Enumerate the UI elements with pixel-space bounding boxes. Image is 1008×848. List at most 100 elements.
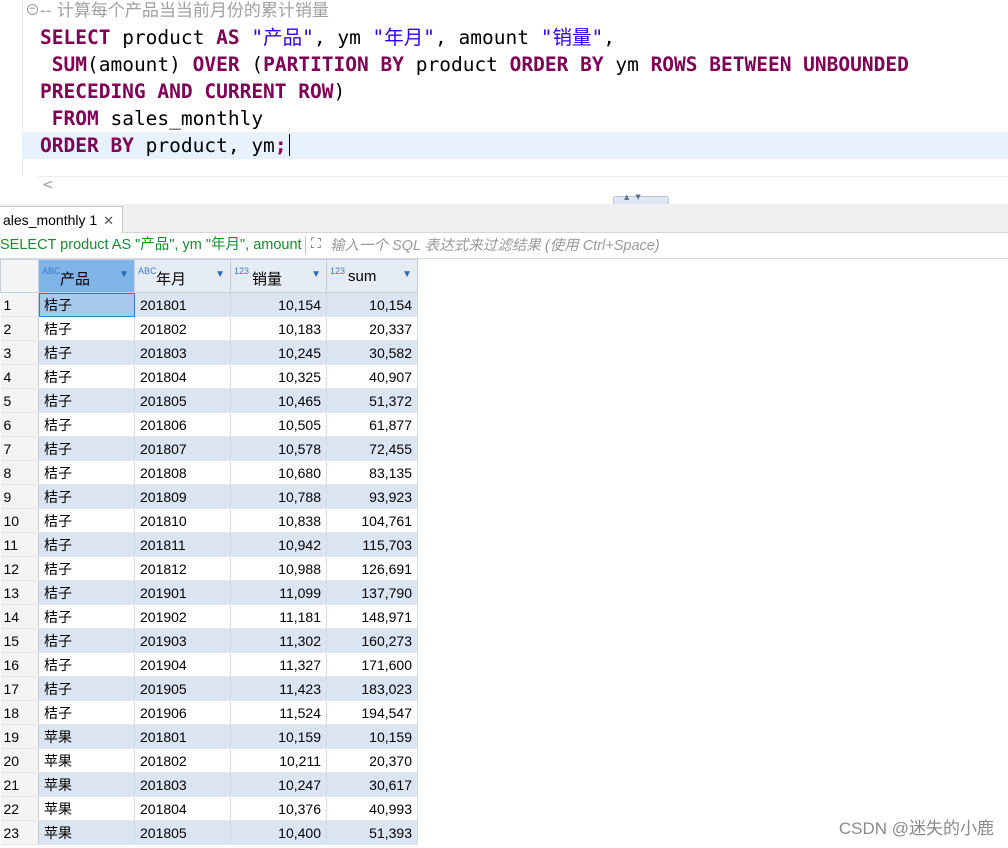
table-cell[interactable]: 10,788: [230, 484, 327, 509]
table-cell[interactable]: 桔子: [38, 676, 135, 701]
tab-results[interactable]: ales_monthly 1 ✕: [0, 206, 124, 233]
close-icon[interactable]: ✕: [103, 213, 114, 228]
table-cell[interactable]: 11,302: [230, 628, 327, 653]
table-cell[interactable]: 201802: [134, 316, 231, 341]
table-cell[interactable]: 201803: [134, 772, 231, 797]
row-number[interactable]: 13: [0, 580, 39, 605]
filter-input[interactable]: [330, 235, 1000, 256]
table-cell[interactable]: 201808: [134, 460, 231, 485]
column-header-3[interactable]: 123 销量 ▼: [230, 259, 327, 293]
table-cell[interactable]: 11,423: [230, 676, 327, 701]
table-cell[interactable]: 115,703: [326, 532, 418, 557]
table-cell[interactable]: 201901: [134, 580, 231, 605]
table-row[interactable]: 6 桔子 201806 10,505 61,877: [0, 412, 418, 437]
sort-dropdown-icon[interactable]: ▼: [215, 269, 225, 280]
table-cell[interactable]: 201809: [134, 484, 231, 509]
row-number[interactable]: 22: [0, 796, 39, 821]
table-cell[interactable]: 40,993: [326, 796, 418, 821]
table-row[interactable]: 3 桔子 201803 10,245 30,582: [0, 340, 418, 365]
table-row[interactable]: 12 桔子 201812 10,988 126,691: [0, 556, 418, 581]
table-cell[interactable]: 201903: [134, 628, 231, 653]
table-row[interactable]: 7 桔子 201807 10,578 72,455: [0, 436, 418, 461]
table-cell[interactable]: 桔子: [38, 292, 135, 317]
table-row[interactable]: 16 桔子 201904 11,327 171,600: [0, 652, 418, 677]
table-cell[interactable]: 苹果: [38, 820, 135, 845]
table-cell[interactable]: 桔子: [38, 604, 135, 629]
row-number[interactable]: 4: [0, 364, 39, 389]
table-cell[interactable]: 10,465: [230, 388, 327, 413]
table-cell[interactable]: 苹果: [38, 748, 135, 773]
table-row[interactable]: 4 桔子 201804 10,325 40,907: [0, 364, 418, 389]
table-cell[interactable]: 10,159: [230, 724, 327, 749]
table-cell[interactable]: 30,617: [326, 772, 418, 797]
table-cell[interactable]: 11,099: [230, 580, 327, 605]
table-cell[interactable]: 201902: [134, 604, 231, 629]
results-grid[interactable]: ABC 产品 ▼ ABC 年月 ▼ 123 销量 ▼ 123 sum ▼ 1 桔子 201801 10,15…: [0, 259, 418, 845]
table-row[interactable]: 13 桔子 201901 11,099 137,790: [0, 580, 418, 605]
table-cell[interactable]: 171,600: [326, 652, 418, 677]
table-cell[interactable]: 51,393: [326, 820, 418, 845]
table-cell[interactable]: 201805: [134, 388, 231, 413]
table-row[interactable]: 9 桔子 201809 10,788 93,923: [0, 484, 418, 509]
table-row[interactable]: 14 桔子 201902 11,181 148,971: [0, 604, 418, 629]
scroll-left-icon[interactable]: <: [42, 177, 54, 193]
row-number[interactable]: 14: [0, 604, 39, 629]
table-cell[interactable]: 10,211: [230, 748, 327, 773]
table-cell[interactable]: 11,327: [230, 652, 327, 677]
table-cell[interactable]: 20,337: [326, 316, 418, 341]
table-cell[interactable]: 201807: [134, 436, 231, 461]
table-cell[interactable]: 11,524: [230, 700, 327, 725]
table-cell[interactable]: 桔子: [38, 436, 135, 461]
table-cell[interactable]: 201801: [134, 724, 231, 749]
table-cell[interactable]: 10,183: [230, 316, 327, 341]
table-cell[interactable]: 10,680: [230, 460, 327, 485]
table-row[interactable]: 11 桔子 201811 10,942 115,703: [0, 532, 418, 557]
table-cell[interactable]: 11,181: [230, 604, 327, 629]
table-cell[interactable]: 苹果: [38, 724, 135, 749]
table-cell[interactable]: 桔子: [38, 316, 135, 341]
row-number-header[interactable]: [0, 259, 39, 293]
table-cell[interactable]: 61,877: [326, 412, 418, 437]
table-row[interactable]: 5 桔子 201805 10,465 51,372: [0, 388, 418, 413]
table-row[interactable]: 10 桔子 201810 10,838 104,761: [0, 508, 418, 533]
row-number[interactable]: 1: [0, 292, 39, 317]
row-number[interactable]: 5: [0, 388, 39, 413]
row-number[interactable]: 23: [0, 820, 39, 845]
table-cell[interactable]: 201804: [134, 796, 231, 821]
editor-horizontal-scrollbar[interactable]: <: [38, 176, 1008, 197]
table-cell[interactable]: 桔子: [38, 556, 135, 581]
table-cell[interactable]: 201811: [134, 532, 231, 557]
table-cell[interactable]: 51,372: [326, 388, 418, 413]
table-row[interactable]: 8 桔子 201808 10,680 83,135: [0, 460, 418, 485]
table-cell[interactable]: 桔子: [38, 628, 135, 653]
table-cell[interactable]: 10,159: [326, 724, 418, 749]
table-cell[interactable]: 桔子: [38, 460, 135, 485]
sql-editor[interactable]: − -- 计算每个产品当当前月份的累计销量 SELECT product AS …: [0, 0, 1008, 176]
table-cell[interactable]: 72,455: [326, 436, 418, 461]
row-number[interactable]: 16: [0, 652, 39, 677]
table-cell[interactable]: 201810: [134, 508, 231, 533]
table-row[interactable]: 2 桔子 201802 10,183 20,337: [0, 316, 418, 341]
table-cell[interactable]: 桔子: [38, 580, 135, 605]
row-number[interactable]: 3: [0, 340, 39, 365]
table-row[interactable]: 21 苹果 201803 10,247 30,617: [0, 772, 418, 797]
row-number[interactable]: 18: [0, 700, 39, 725]
table-cell[interactable]: 201812: [134, 556, 231, 581]
table-cell[interactable]: 桔子: [38, 340, 135, 365]
table-cell[interactable]: 10,838: [230, 508, 327, 533]
table-cell[interactable]: 201804: [134, 364, 231, 389]
fold-icon[interactable]: −: [27, 4, 38, 15]
table-cell[interactable]: 桔子: [38, 700, 135, 725]
sort-dropdown-icon[interactable]: ▼: [311, 269, 321, 280]
table-row[interactable]: 18 桔子 201906 11,524 194,547: [0, 700, 418, 725]
table-cell[interactable]: 10,245: [230, 340, 327, 365]
table-cell[interactable]: 10,505: [230, 412, 327, 437]
sort-dropdown-icon[interactable]: ▼: [119, 269, 129, 280]
table-cell[interactable]: 201906: [134, 700, 231, 725]
table-cell[interactable]: 160,273: [326, 628, 418, 653]
table-cell[interactable]: 194,547: [326, 700, 418, 725]
table-cell[interactable]: 10,154: [326, 292, 418, 317]
row-number[interactable]: 8: [0, 460, 39, 485]
table-cell[interactable]: 苹果: [38, 796, 135, 821]
table-cell[interactable]: 201806: [134, 412, 231, 437]
